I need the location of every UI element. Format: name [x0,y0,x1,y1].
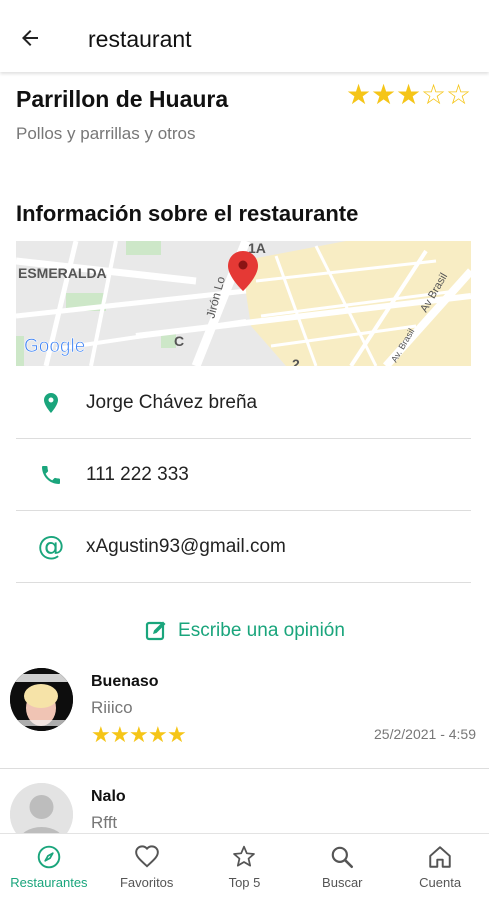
info-section-title: Información sobre el restaurante [16,201,359,226]
email-row[interactable]: @ xAgustin93@gmail.com [16,511,471,583]
email-text: xAgustin93@gmail.com [86,535,286,557]
write-review-button[interactable]: Escribe una opinión [0,614,489,648]
review-item: Nalo Rfft [0,769,489,833]
review-author: Buenaso [91,673,159,690]
nav-restaurantes[interactable]: Restaurantes [0,834,98,897]
at-icon: @ [37,531,65,562]
map-graphic: ESMERALDA Jirón Lo Av Brasil Av. Brasil … [16,241,471,366]
app-bar: restaurant [0,0,489,72]
location-pin-icon [44,392,58,413]
home-icon [429,846,451,868]
review-date: 25/2/2021 - 4:59 [374,726,476,742]
review-author: Nalo [91,788,126,805]
nav-favoritos[interactable]: Favoritos [98,834,196,897]
restaurant-rating: ★ ★ ★ ☆ ☆ [346,81,471,109]
star-empty-icon: ☆ [421,79,447,110]
review-comment: Riiico [91,698,133,717]
write-review-label: Escribe una opinión [178,620,345,641]
star-full-icon: ★ [371,79,397,110]
star-empty-icon: ☆ [446,79,472,110]
phone-text: 111 222 333 [86,463,189,485]
compass-icon [37,845,61,869]
map-label-district: ESMERALDA [18,265,107,281]
nav-label: Restaurantes [10,875,88,890]
location-map[interactable]: ESMERALDA Jirón Lo Av Brasil Av. Brasil … [16,241,471,366]
star-full-icon: ★ [110,722,130,747]
star-outline-icon [233,845,256,867]
star-full-icon: ★ [91,722,111,747]
nav-cuenta[interactable]: Cuenta [391,834,489,897]
address-text: Jorge Chávez breña [86,391,258,413]
address-row[interactable]: Jorge Chávez breña [16,367,471,439]
star-full-icon: ★ [129,722,149,747]
avatar [10,783,73,833]
nav-label: Buscar [322,875,363,890]
heart-icon [134,845,159,868]
edit-icon [145,621,166,641]
restaurant-name: Parrillon de Huaura [16,86,229,112]
phone-icon [42,465,60,484]
nav-label: Cuenta [419,875,462,890]
phone-row[interactable]: 111 222 333 [16,439,471,511]
review-item: Buenaso Riiico ★ ★ ★ ★ ★ 25/2/2021 - 4:5… [0,660,489,768]
nav-top5[interactable]: Top 5 [196,834,294,897]
star-full-icon: ★ [148,722,168,747]
google-logo: Google [24,336,85,357]
star-full-icon: ★ [167,722,187,747]
star-full-icon: ★ [396,79,422,110]
map-label-2: 2 [292,356,300,366]
bottom-navigation: Restaurantes Favoritos Top 5 Buscar Cuen… [0,833,489,897]
map-label-c: C [174,333,184,349]
avatar [10,668,73,731]
back-button[interactable] [14,22,46,54]
nav-buscar[interactable]: Buscar [293,834,391,897]
nav-label: Favoritos [119,875,174,890]
search-icon [331,846,354,869]
restaurant-category: Pollos y parrillas y otros [16,124,196,143]
arrow-left-icon [22,30,38,46]
app-bar-title: restaurant [88,26,192,52]
nav-label: Top 5 [228,875,261,890]
review-comment: Rfft [91,813,118,832]
review-rating: ★ ★ ★ ★ ★ [91,722,187,747]
star-full-icon: ★ [346,79,372,110]
